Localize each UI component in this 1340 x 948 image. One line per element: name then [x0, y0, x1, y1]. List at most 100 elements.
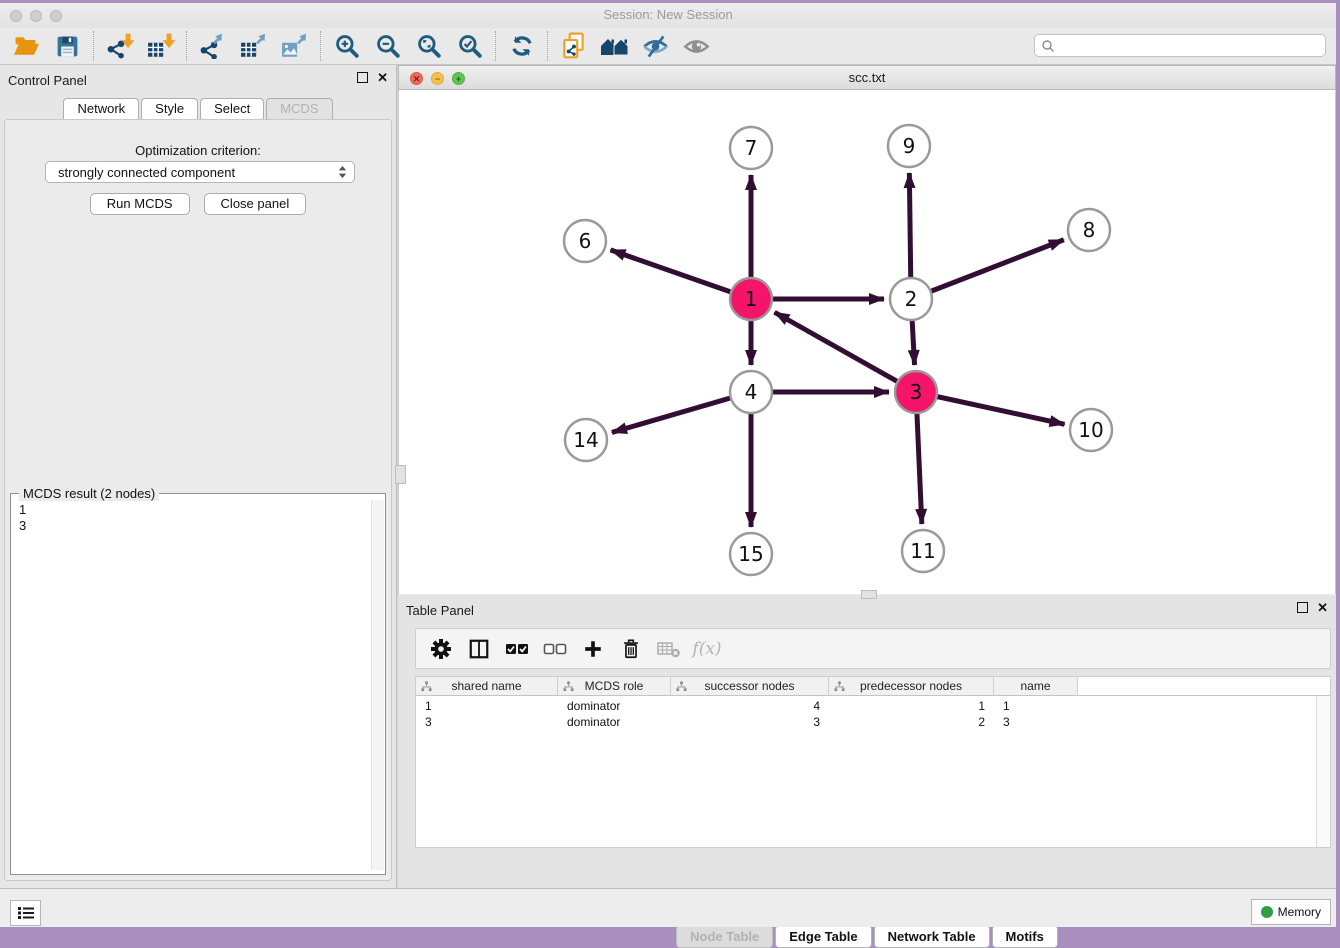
graph-node-11[interactable]: 11	[902, 530, 944, 572]
zoom-out-button[interactable]	[367, 30, 408, 62]
export-image-button[interactable]	[274, 30, 315, 62]
zoom-selected-button[interactable]	[449, 30, 490, 62]
select-all-rows-button[interactable]	[500, 633, 534, 665]
tab-mcds[interactable]: MCDS	[266, 98, 332, 119]
graph-node-3[interactable]: 3	[895, 371, 937, 413]
first-neighbors-button[interactable]	[594, 30, 635, 62]
graph-node-1[interactable]: 1	[730, 278, 772, 320]
table-cell[interactable]: 4	[671, 699, 829, 713]
graph-edge-1-6[interactable]	[610, 250, 751, 299]
export-network-icon	[199, 33, 227, 59]
task-history-button[interactable]	[10, 900, 41, 926]
close-table-panel-icon[interactable]: ✕	[1317, 602, 1328, 613]
result-scrollbar[interactable]	[371, 500, 384, 870]
table-cell[interactable]: dominator	[558, 699, 671, 713]
delete-table-button[interactable]	[652, 633, 686, 665]
graph-node-6[interactable]: 6	[564, 220, 606, 262]
graph-node-14[interactable]: 14	[565, 419, 607, 461]
table-cell[interactable]: 1	[994, 699, 1078, 713]
search-input[interactable]	[1055, 38, 1325, 54]
network-window-title: scc.txt	[399, 70, 1335, 85]
column-header-name[interactable]: name	[994, 677, 1078, 696]
toolbar-separator	[320, 31, 321, 61]
close-panel-button[interactable]: Close panel	[204, 193, 307, 215]
graph-node-2[interactable]: 2	[890, 278, 932, 320]
main-toolbar	[0, 28, 1336, 65]
search-icon	[1041, 39, 1055, 53]
graph-node-7[interactable]: 7	[730, 127, 772, 169]
graph-node-15[interactable]: 15	[730, 533, 772, 575]
close-panel-icon[interactable]: ✕	[377, 72, 388, 83]
table-cell[interactable]: dominator	[558, 715, 671, 729]
table-body: 1dominator4113dominator323	[416, 698, 1330, 730]
table-cell[interactable]: 1	[416, 699, 558, 713]
memory-button[interactable]: Memory	[1251, 899, 1331, 925]
graph-node-10[interactable]: 10	[1070, 409, 1112, 451]
clone-network-button[interactable]	[553, 30, 594, 62]
network-window-titlebar[interactable]: ✕ − + scc.txt	[398, 65, 1336, 90]
graph-node-label: 6	[579, 229, 592, 253]
table-cell[interactable]: 1	[829, 699, 994, 713]
table-row[interactable]: 3dominator323	[416, 714, 1330, 730]
panel-divider-handle[interactable]	[395, 465, 406, 484]
table-scrollbar[interactable]	[1316, 696, 1329, 847]
control-panel: Control Panel ✕ Network Style Select MCD…	[0, 65, 396, 888]
float-panel-icon[interactable]	[357, 72, 368, 83]
table-tabs: Node Table Edge Table Network Table Moti…	[398, 925, 1336, 948]
export-table-button[interactable]	[233, 30, 274, 62]
criterion-dropdown[interactable]: strongly connected component	[45, 161, 355, 183]
tab-network-table[interactable]: Network Table	[874, 925, 990, 948]
tab-network[interactable]: Network	[63, 98, 139, 119]
column-header-successor-nodes[interactable]: successor nodes	[671, 677, 829, 696]
run-mcds-button[interactable]: Run MCDS	[90, 193, 190, 215]
column-header-mcds-role[interactable]: MCDS role	[558, 677, 671, 696]
tab-edge-table[interactable]: Edge Table	[775, 925, 871, 948]
tab-select[interactable]: Select	[200, 98, 264, 119]
plus-icon	[582, 638, 604, 660]
graph-edge-3-10[interactable]	[916, 392, 1065, 424]
column-header-predecessor-nodes[interactable]: predecessor nodes	[829, 677, 994, 696]
tab-node-table[interactable]: Node Table	[676, 925, 773, 948]
tab-motifs[interactable]: Motifs	[992, 925, 1058, 948]
network-table-divider-handle[interactable]	[861, 590, 877, 599]
control-panel-title: Control Panel	[8, 73, 87, 88]
dropdown-stepper-icon	[338, 165, 347, 179]
graph-node-4[interactable]: 4	[730, 371, 772, 413]
deselect-all-rows-button[interactable]	[538, 633, 572, 665]
zoom-fit-button[interactable]	[408, 30, 449, 62]
add-row-button[interactable]	[576, 633, 610, 665]
graph-edge-3-1[interactable]	[775, 312, 916, 392]
refresh-icon	[509, 33, 535, 59]
graph-node-9[interactable]: 9	[888, 125, 930, 167]
zoom-in-button[interactable]	[326, 30, 367, 62]
table-cell[interactable]: 3	[994, 715, 1078, 729]
table-row[interactable]: 1dominator411	[416, 698, 1330, 714]
table-cell[interactable]: 3	[416, 715, 558, 729]
delete-row-button[interactable]	[614, 633, 648, 665]
birds-eye-view-button[interactable]	[676, 30, 717, 62]
export-network-button[interactable]	[192, 30, 233, 62]
show-columns-button[interactable]	[462, 633, 496, 665]
refresh-view-button[interactable]	[501, 30, 542, 62]
table-cell[interactable]: 2	[829, 715, 994, 729]
save-session-button[interactable]	[47, 30, 88, 62]
graph-node-label: 15	[738, 542, 763, 566]
graph-edge-2-8[interactable]	[911, 240, 1064, 299]
show-hide-graphics-button[interactable]	[635, 30, 676, 62]
graph-node-8[interactable]: 8	[1068, 209, 1110, 251]
graph-node-label: 11	[910, 539, 935, 563]
mcds-result-legend: MCDS result (2 nodes)	[19, 486, 159, 501]
column-header-shared-name[interactable]: shared name	[416, 677, 558, 696]
import-table-button[interactable]	[140, 30, 181, 62]
float-table-panel-icon[interactable]	[1297, 602, 1308, 613]
network-canvas[interactable]: 1 2 3 4 6 7 8 9 10 11 14 15	[398, 90, 1336, 594]
search-box[interactable]	[1034, 34, 1326, 57]
column-settings-button[interactable]	[424, 633, 458, 665]
tab-style[interactable]: Style	[141, 98, 198, 119]
import-network-button[interactable]	[99, 30, 140, 62]
open-session-button[interactable]	[6, 30, 47, 62]
shared-column-icon	[563, 681, 574, 692]
table-cell[interactable]: 3	[671, 715, 829, 729]
function-builder-button[interactable]: f(x)	[690, 633, 724, 665]
titlebar: Session: New Session	[0, 3, 1336, 29]
